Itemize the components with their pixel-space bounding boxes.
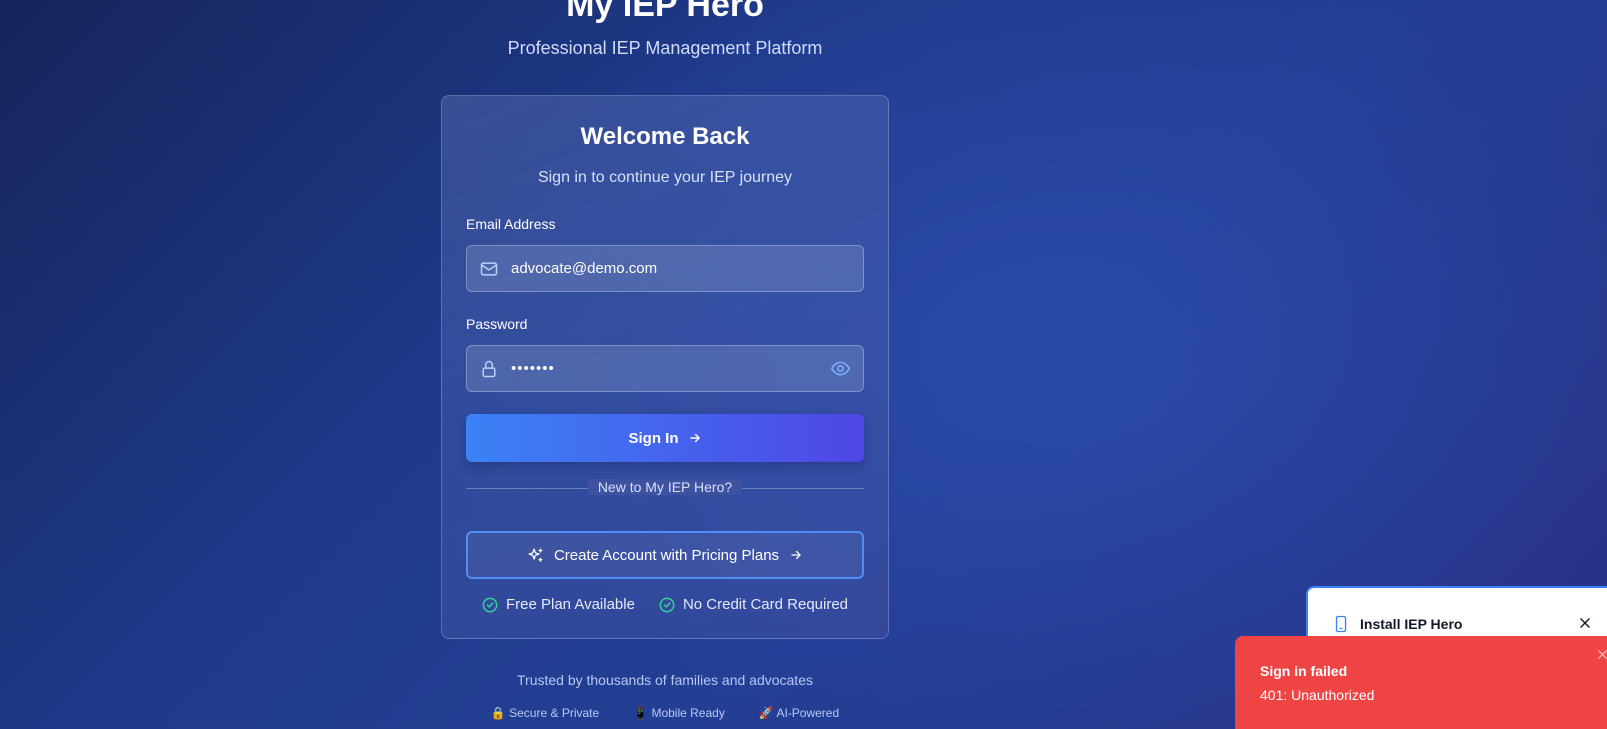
card-title: Welcome Back bbox=[580, 123, 750, 150]
perk-label: Free Plan Available bbox=[505, 596, 635, 613]
close-icon[interactable] bbox=[1578, 616, 1592, 635]
error-toast: Sign in failed 401: Unauthorized bbox=[1235, 636, 1607, 729]
toast-title: Sign in failed bbox=[1260, 663, 1348, 679]
divider: New to My IEP Hero? bbox=[442, 479, 888, 497]
badge-mobile: 📱 Mobile Ready bbox=[633, 706, 725, 720]
email-field[interactable]: advocate@demo.com bbox=[466, 245, 864, 292]
email-label: Email Address bbox=[466, 216, 556, 232]
card-subtitle: Sign in to continue your IEP journey bbox=[537, 169, 793, 186]
smartphone-icon bbox=[1335, 615, 1347, 633]
arrow-right-icon bbox=[789, 548, 803, 562]
password-label: Password bbox=[466, 316, 528, 332]
close-icon[interactable] bbox=[1596, 648, 1607, 666]
password-value: ••••••• bbox=[511, 360, 555, 377]
perk-no-credit-card: No Credit Card Required bbox=[659, 596, 848, 613]
sign-in-label: Sign In bbox=[628, 429, 679, 447]
perks-list: Free Plan Available No Credit Card Requi… bbox=[442, 596, 888, 613]
brand-title: My IEP Hero bbox=[566, 0, 764, 24]
create-account-label: Create Account with Pricing Plans bbox=[553, 546, 780, 564]
trusted-text: Trusted by thousands of families and adv… bbox=[517, 672, 813, 688]
feature-badges: 🔒 Secure & Private 📱 Mobile Ready 🚀 AI-P… bbox=[0, 706, 1330, 720]
badge-ai: 🚀 AI-Powered bbox=[758, 706, 840, 720]
badge-secure: 🔒 Secure & Private bbox=[490, 706, 600, 720]
toast-message: 401: Unauthorized bbox=[1260, 687, 1375, 703]
divider-text: New to My IEP Hero? bbox=[587, 479, 743, 495]
mail-icon bbox=[467, 259, 511, 279]
check-circle-icon bbox=[659, 597, 675, 612]
arrow-right-icon bbox=[689, 433, 700, 443]
check-circle-icon bbox=[482, 597, 498, 612]
password-field[interactable]: ••••••• bbox=[466, 345, 864, 392]
sign-in-button[interactable]: Sign In bbox=[466, 414, 864, 462]
perk-label: No Credit Card Required bbox=[682, 596, 849, 613]
brand-subtitle: Professional IEP Management Platform bbox=[507, 38, 823, 58]
eye-icon[interactable] bbox=[817, 358, 863, 379]
install-title: Install IEP Hero bbox=[1360, 616, 1463, 632]
perk-free-plan: Free Plan Available bbox=[482, 596, 635, 613]
lock-icon bbox=[467, 359, 511, 379]
create-account-button[interactable]: Create Account with Pricing Plans bbox=[466, 531, 864, 579]
login-card: Welcome Back Sign in to continue your IE… bbox=[441, 95, 889, 639]
email-value: advocate@demo.com bbox=[511, 260, 658, 277]
sparkles-icon bbox=[527, 547, 544, 564]
